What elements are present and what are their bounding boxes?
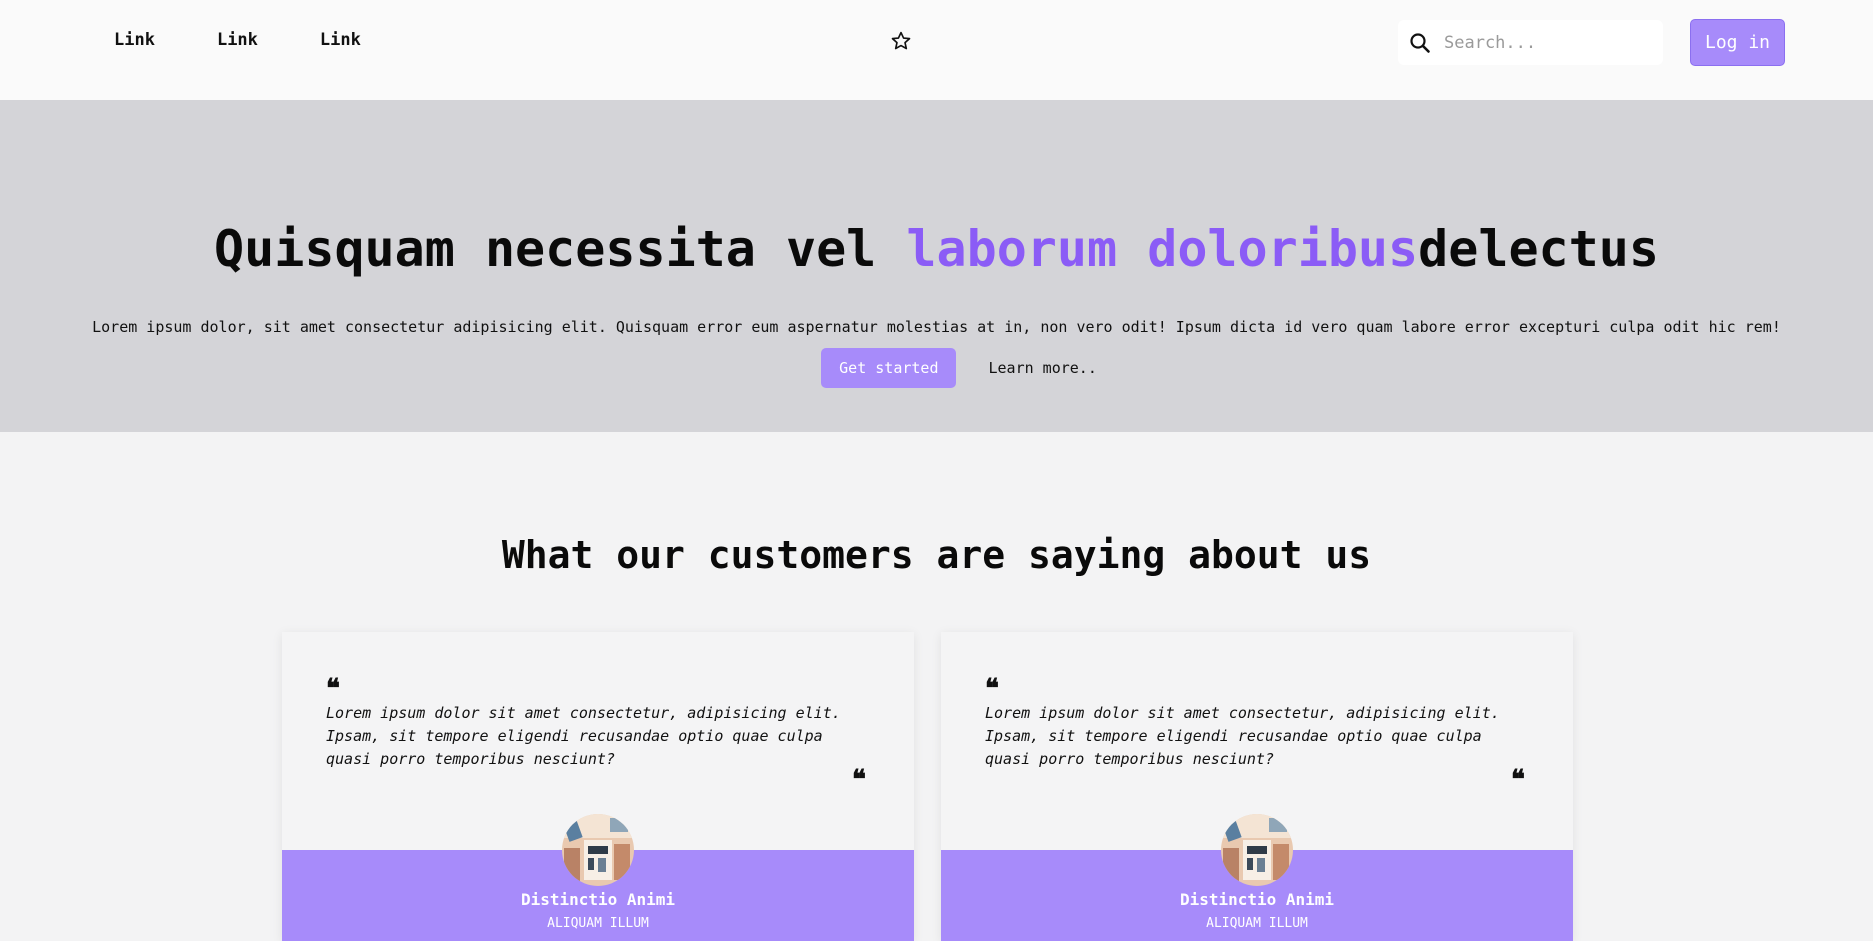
quote-close-icon: ❝ bbox=[852, 765, 866, 795]
login-button[interactable]: Log in bbox=[1690, 19, 1785, 66]
hero-title-accent: laborum doloribus bbox=[906, 220, 1419, 278]
hero-title-part2: delectus bbox=[1418, 220, 1659, 278]
hero-actions: Get started Learn more.. bbox=[0, 348, 1873, 388]
testimonials-heading: What our customers are saying about us bbox=[501, 533, 1372, 577]
nav-link-3[interactable]: Link bbox=[320, 30, 361, 50]
star-icon[interactable] bbox=[890, 30, 912, 52]
hero-subtitle: Lorem ipsum dolor, sit amet consectetur … bbox=[92, 318, 1781, 336]
avatar bbox=[1221, 814, 1293, 886]
quote-close-icon: ❝ bbox=[1511, 765, 1525, 795]
author-name: Distinctio Animi bbox=[520, 890, 676, 909]
get-started-button[interactable]: Get started bbox=[821, 348, 957, 388]
hero-title-part1: Quisquam necessita vel bbox=[214, 220, 907, 278]
nav-link-1[interactable]: Link bbox=[114, 30, 155, 50]
quote-open-icon: ❝ bbox=[985, 674, 999, 704]
testimonial-card: ❝ Lorem ipsum dolor sit amet consectetur… bbox=[941, 632, 1573, 941]
hero-title: Quisquam necessita vel laborum doloribus… bbox=[0, 220, 1873, 278]
author-name: Distinctio Animi bbox=[1179, 890, 1335, 909]
quote-open-icon: ❝ bbox=[326, 674, 340, 704]
testimonial-quote: Lorem ipsum dolor sit amet consectetur, … bbox=[985, 704, 1500, 768]
nav-link-2[interactable]: Link bbox=[217, 30, 258, 50]
top-navbar: Link Link Link Log in bbox=[0, 0, 1873, 100]
hero-section: Quisquam necessita vel laborum doloribus… bbox=[0, 100, 1873, 432]
learn-more-link[interactable]: Learn more.. bbox=[988, 359, 1096, 377]
search-box bbox=[1398, 20, 1663, 65]
testimonial-card: ❝ Lorem ipsum dolor sit amet consectetur… bbox=[282, 632, 914, 941]
nav-links: Link Link Link bbox=[114, 30, 361, 50]
author-role: ALIQUAM ILLUM bbox=[547, 916, 649, 931]
search-icon bbox=[1410, 32, 1430, 53]
testimonial-quote: Lorem ipsum dolor sit amet consectetur, … bbox=[326, 704, 841, 768]
avatar bbox=[562, 814, 634, 886]
author-role: ALIQUAM ILLUM bbox=[1206, 916, 1308, 931]
search-input[interactable] bbox=[1442, 31, 1656, 54]
